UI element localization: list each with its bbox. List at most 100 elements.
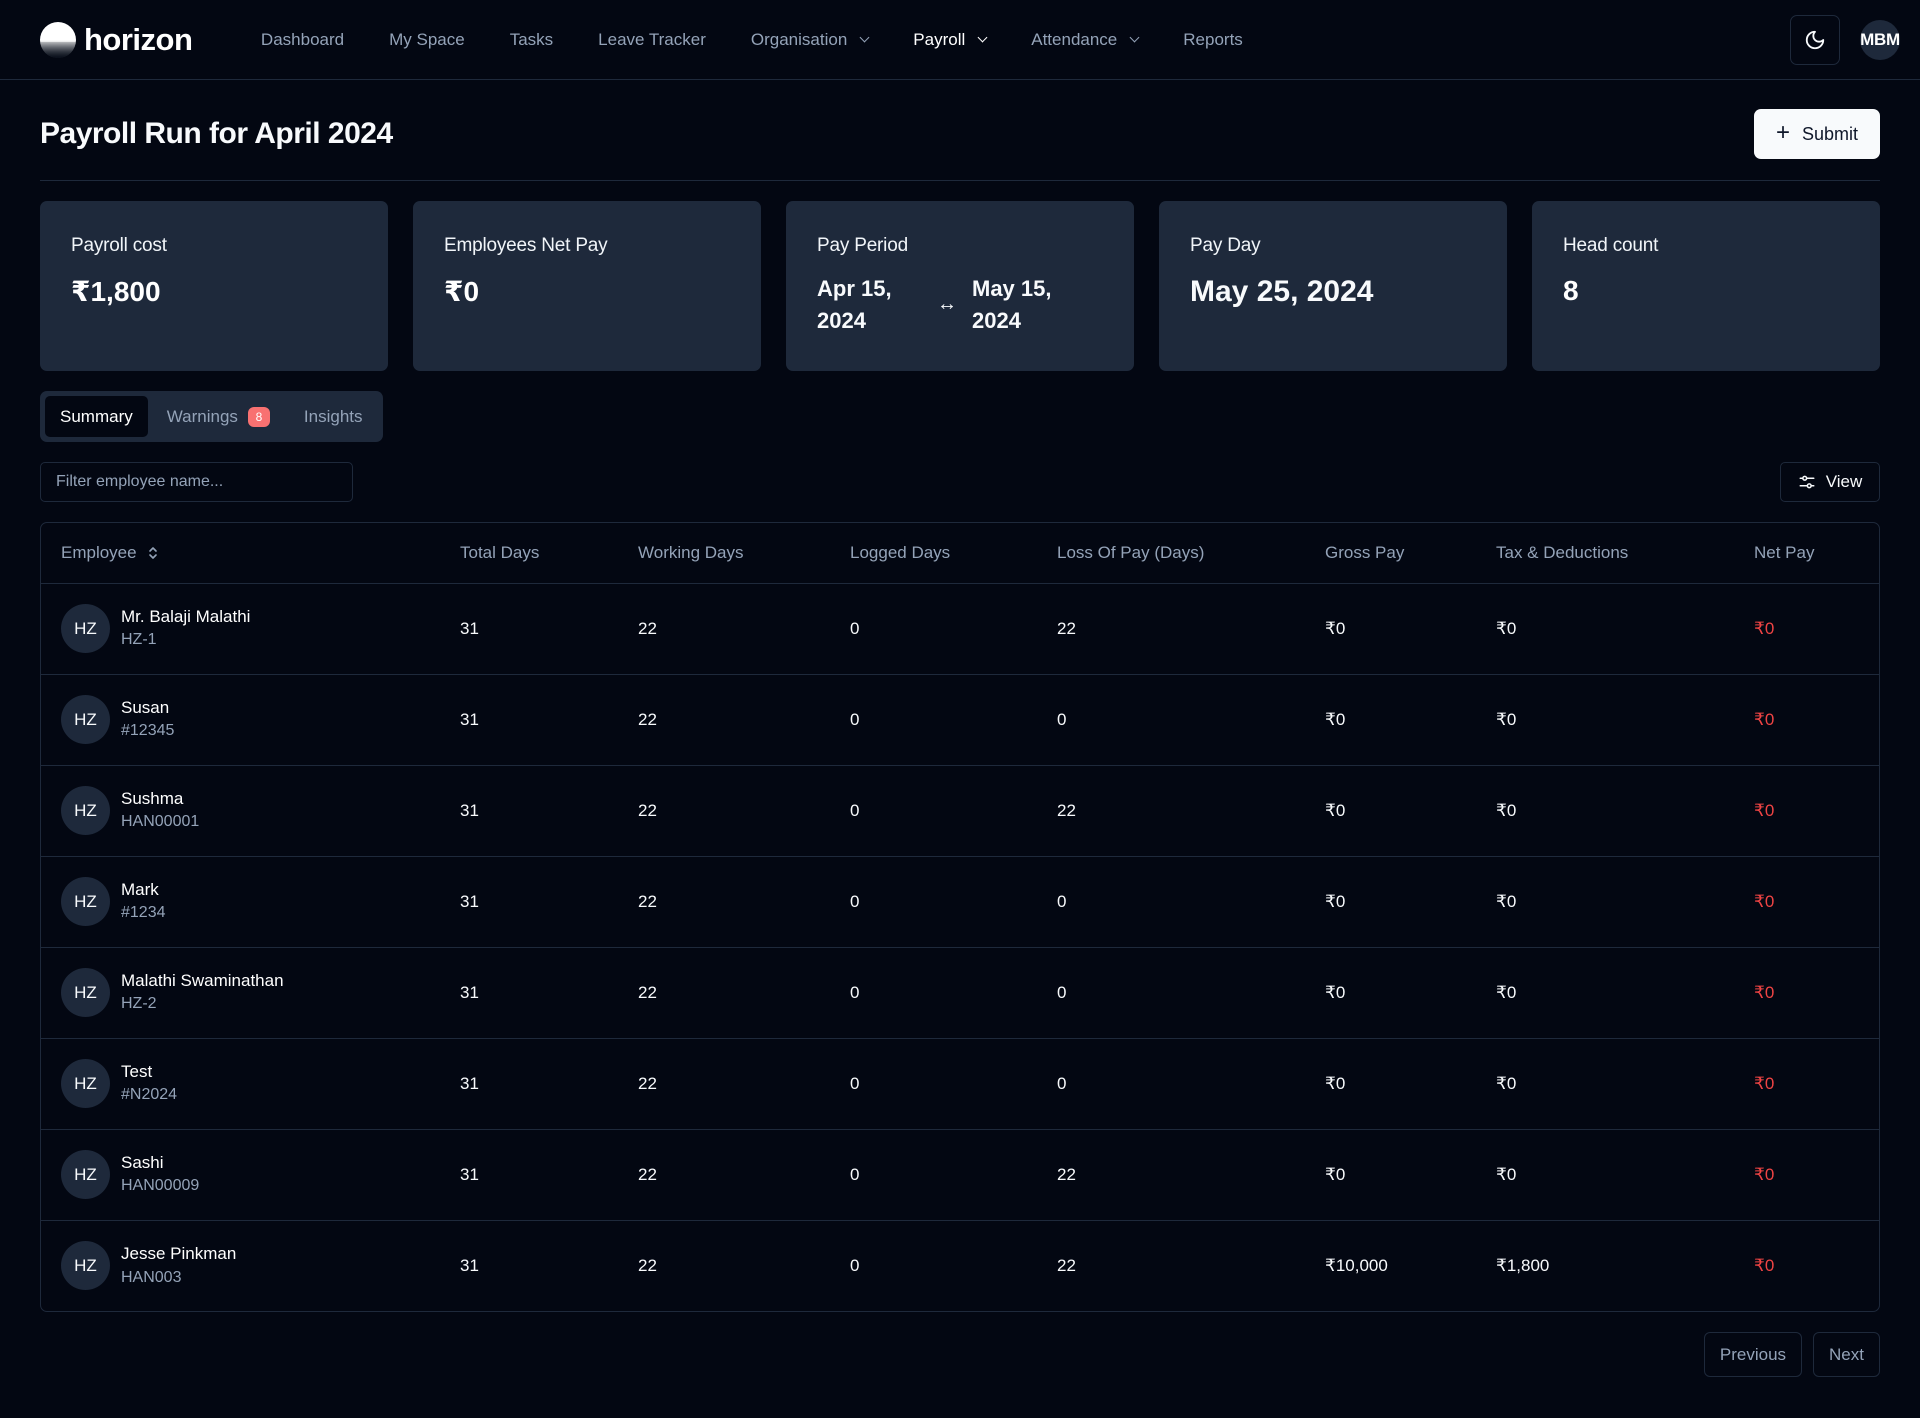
pay-day-card: Pay Day May 25, 2024 bbox=[1159, 201, 1507, 371]
employee-id: HZ-2 bbox=[121, 995, 157, 1013]
logged-days-cell: 0 bbox=[830, 947, 1037, 1039]
table-row[interactable]: HZ Sushma HAN00001 31 22 0 22 ₹0 ₹0 ₹0 bbox=[41, 765, 1879, 857]
nav-item-my-space[interactable]: My Space bbox=[367, 30, 488, 50]
tab-label: Summary bbox=[60, 406, 133, 426]
employee-name: Sashi bbox=[121, 1152, 164, 1172]
page-header: Payroll Run for April 2024 + Submit bbox=[40, 80, 1880, 181]
table-row[interactable]: HZ Mr. Balaji Malathi HZ-1 31 22 0 22 ₹0 ₹… bbox=[41, 583, 1879, 675]
employee-cell: HZ Mark #1234 bbox=[41, 856, 440, 948]
chevron-down-icon bbox=[1129, 32, 1140, 42]
summary-cards: Payroll cost ₹1,800 Employees Net Pay ₹0… bbox=[40, 201, 1880, 371]
table-row[interactable]: HZ Susan #12345 31 22 0 0 ₹0 ₹0 ₹0 bbox=[41, 674, 1879, 766]
brand[interactable]: horizon bbox=[40, 21, 193, 58]
employee-cell: HZ Mr. Balaji Malathi HZ-1 bbox=[41, 583, 440, 675]
table-row[interactable]: HZ Jesse Pinkman HAN003 31 22 0 22 ₹10,000… bbox=[41, 1220, 1879, 1311]
employee-cell: HZ Malathi Swaminathan HZ-2 bbox=[41, 947, 440, 1039]
brand-name: horizon bbox=[84, 21, 193, 57]
working-days-cell: 22 bbox=[618, 856, 830, 948]
column-header-total-days: Total Days bbox=[440, 523, 618, 584]
employee-avatar: HZ bbox=[61, 877, 110, 926]
tax-deductions-cell: ₹0 bbox=[1476, 856, 1734, 948]
employee-cell: HZ Jesse Pinkman HAN003 bbox=[41, 1220, 440, 1311]
nav-item-reports[interactable]: Reports bbox=[1161, 30, 1266, 50]
chevron-down-icon bbox=[859, 32, 870, 42]
employee-id: HAN00001 bbox=[121, 813, 200, 831]
sort-icon bbox=[148, 547, 157, 560]
tab-warnings[interactable]: Warnings 8 bbox=[152, 396, 285, 437]
employee-avatar: HZ bbox=[61, 968, 110, 1017]
net-pay-cell: ₹0 bbox=[1734, 583, 1879, 675]
filter-employee-input[interactable] bbox=[40, 462, 353, 502]
employee-id: HAN00009 bbox=[121, 1177, 200, 1195]
table-row[interactable]: HZ Sashi HAN00009 31 22 0 22 ₹0 ₹0 ₹0 bbox=[41, 1129, 1879, 1221]
tab-label: Insights bbox=[303, 406, 363, 426]
card-value: May 25, 2024 bbox=[1190, 275, 1374, 308]
nav-item-leave-tracker[interactable]: Leave Tracker bbox=[576, 30, 729, 50]
employee-name: Mr. Balaji Malathi bbox=[121, 606, 251, 626]
logged-days-cell: 0 bbox=[830, 856, 1037, 948]
view-label: View bbox=[1825, 472, 1863, 491]
column-header-logged-days: Logged Days bbox=[830, 523, 1037, 584]
logged-days-cell: 0 bbox=[830, 583, 1037, 675]
tax-deductions-cell: ₹0 bbox=[1476, 1038, 1734, 1130]
tab-summary[interactable]: Summary bbox=[45, 396, 148, 437]
previous-page-button[interactable]: Previous bbox=[1703, 1332, 1803, 1377]
theme-toggle-button[interactable] bbox=[1790, 14, 1840, 65]
nav-label: Organisation bbox=[750, 29, 848, 49]
loss-of-pay-cell: 22 bbox=[1037, 765, 1305, 857]
gross-pay-cell: ₹0 bbox=[1305, 765, 1476, 857]
brand-logo-icon bbox=[40, 21, 76, 58]
user-avatar[interactable]: MBM bbox=[1860, 19, 1900, 60]
nav-item-tasks[interactable]: Tasks bbox=[487, 30, 575, 50]
table-row[interactable]: HZ Test #N2024 31 22 0 0 ₹0 ₹0 ₹0 bbox=[41, 1038, 1879, 1130]
table-row[interactable]: HZ Malathi Swaminathan HZ-2 31 22 0 0 ₹0 ₹… bbox=[41, 947, 1879, 1039]
main-nav: Dashboard My Space Tasks Leave Tracker O… bbox=[238, 30, 1265, 50]
view-options-button[interactable]: View bbox=[1780, 462, 1880, 502]
tax-deductions-cell: ₹0 bbox=[1476, 1129, 1734, 1221]
employee-cell: HZ Test #N2024 bbox=[41, 1038, 440, 1130]
tax-deductions-cell: ₹0 bbox=[1476, 765, 1734, 857]
tax-deductions-cell: ₹0 bbox=[1476, 674, 1734, 766]
table-row[interactable]: HZ Mark #1234 31 22 0 0 ₹0 ₹0 ₹0 bbox=[41, 856, 1879, 948]
tab-list: Summary Warnings 8 Insights bbox=[40, 391, 383, 442]
moon-icon bbox=[1805, 30, 1825, 49]
submit-button[interactable]: + Submit bbox=[1754, 109, 1880, 159]
column-header-employee[interactable]: Employee bbox=[41, 523, 440, 584]
nav-item-payroll[interactable]: Payroll bbox=[891, 30, 1009, 50]
loss-of-pay-cell: 22 bbox=[1057, 1255, 1076, 1275]
loss-of-pay-cell: 0 bbox=[1037, 674, 1305, 766]
column-header-working-days: Working Days bbox=[618, 523, 830, 584]
net-pay-card: Employees Net Pay ₹0 bbox=[413, 201, 761, 371]
gross-pay-cell: ₹10,000 bbox=[1325, 1255, 1388, 1275]
column-header-loss-of-pay: Loss Of Pay (Days) bbox=[1037, 523, 1305, 584]
employee-name: Jesse Pinkman bbox=[121, 1243, 237, 1263]
employee-avatar: HZ bbox=[61, 604, 110, 653]
table-header-row: Employee Total Days Working Days Logged … bbox=[41, 523, 1879, 584]
tab-insights[interactable]: Insights bbox=[289, 396, 378, 437]
nav-label: Reports bbox=[1183, 29, 1243, 49]
next-page-button[interactable]: Next bbox=[1813, 1332, 1880, 1377]
nav-item-organisation[interactable]: Organisation bbox=[728, 30, 890, 50]
submit-label: Submit bbox=[1801, 123, 1859, 144]
total-days-cell: 31 bbox=[460, 1255, 479, 1275]
column-header-gross-pay: Gross Pay bbox=[1305, 523, 1476, 584]
total-days-cell: 31 bbox=[440, 947, 618, 1039]
nav-item-attendance[interactable]: Attendance bbox=[1009, 30, 1161, 50]
filter-row: View bbox=[40, 462, 1880, 502]
net-pay-cell: ₹0 bbox=[1734, 947, 1879, 1039]
card-value: 8 bbox=[1563, 275, 1579, 306]
card-value: ₹0 bbox=[444, 276, 480, 307]
gross-pay-cell: ₹0 bbox=[1305, 947, 1476, 1039]
nav-label: Payroll bbox=[913, 29, 966, 49]
pay-period-card: Pay Period Apr 15, 2024 ↔ May 15, 2024 bbox=[786, 201, 1134, 371]
employee-name: Test bbox=[121, 1061, 153, 1081]
gross-pay-cell: ₹0 bbox=[1305, 1129, 1476, 1221]
payroll-table: Employee Total Days Working Days Logged … bbox=[41, 523, 1879, 1311]
nav-label: Attendance bbox=[1031, 29, 1118, 49]
column-header-net-pay: Net Pay bbox=[1734, 523, 1879, 584]
tab-label: Warnings bbox=[166, 406, 238, 426]
working-days-cell: 22 bbox=[618, 583, 830, 675]
nav-item-dashboard[interactable]: Dashboard bbox=[238, 30, 366, 50]
net-pay-cell: ₹0 bbox=[1734, 1038, 1879, 1130]
card-label: Head count bbox=[1563, 235, 1659, 256]
